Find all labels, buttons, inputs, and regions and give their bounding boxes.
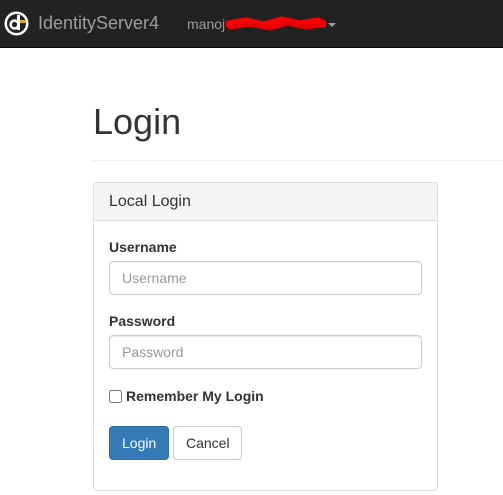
brand-name[interactable]: IdentityServer4 bbox=[38, 12, 159, 34]
page-title: Login bbox=[93, 101, 182, 142]
user-name: manoj bbox=[187, 16, 226, 32]
navbar: IdentityServer4 manoj bbox=[0, 0, 503, 48]
username-input[interactable] bbox=[109, 261, 422, 295]
panel-heading: Local Login bbox=[94, 183, 437, 221]
header-divider bbox=[93, 160, 503, 161]
cancel-button[interactable]: Cancel bbox=[173, 426, 242, 460]
remember-login-checkbox[interactable] bbox=[109, 389, 122, 403]
remember-login-label[interactable]: Remember My Login bbox=[126, 387, 264, 405]
chevron-down-icon bbox=[328, 23, 337, 27]
panel-title: Local Login bbox=[109, 193, 191, 210]
login-button[interactable]: Login bbox=[109, 426, 169, 460]
password-label: Password bbox=[109, 313, 176, 329]
remember-login-row: Remember My Login bbox=[109, 387, 264, 405]
identityserver-logo-icon[interactable] bbox=[4, 11, 29, 36]
password-input[interactable] bbox=[109, 335, 422, 369]
username-label: Username bbox=[109, 239, 177, 255]
login-panel: Local Login Username Password Remember M… bbox=[93, 182, 438, 491]
redaction-scribble bbox=[226, 16, 327, 31]
user-menu-dropdown[interactable]: manoj bbox=[187, 15, 337, 33]
